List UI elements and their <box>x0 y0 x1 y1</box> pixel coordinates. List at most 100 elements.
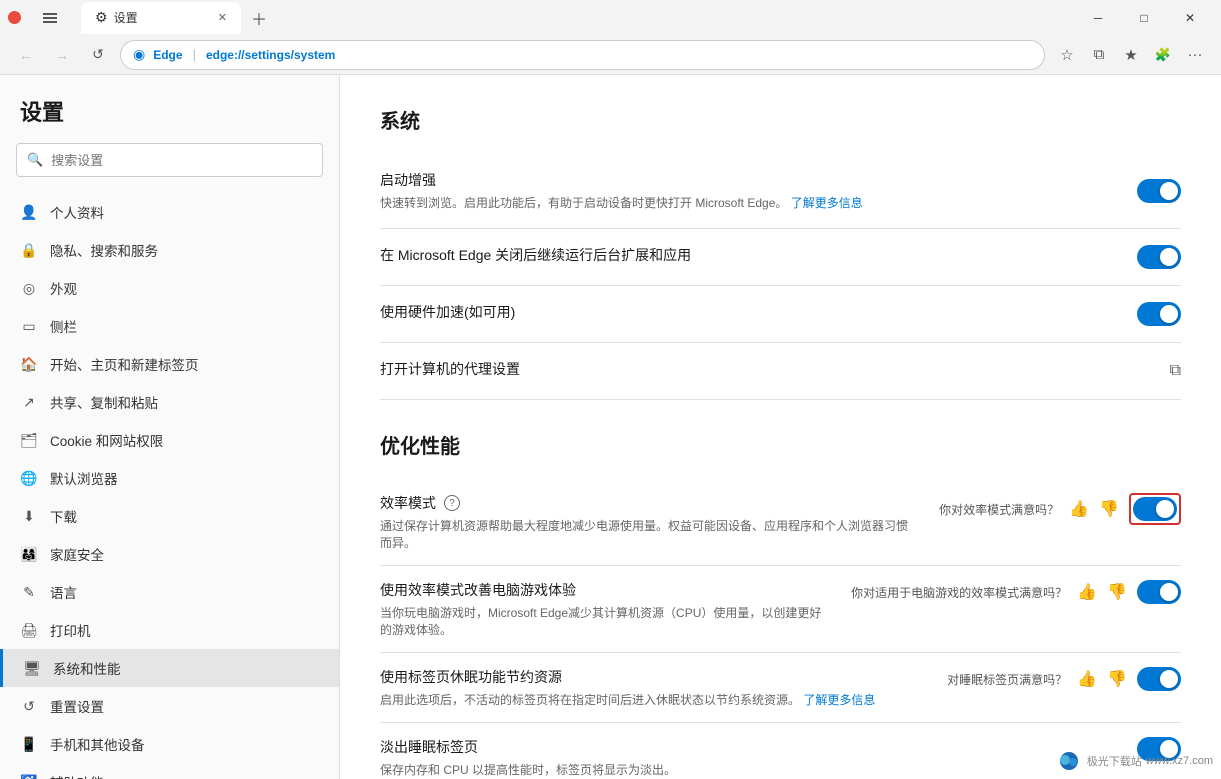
gaming-efficiency-desc: 当你玩电脑游戏时，Microsoft Edge减少其计算机资源（CPU）使用量，… <box>380 604 831 638</box>
menu-btn[interactable]: ··· <box>1181 41 1209 69</box>
address-url: edge://settings/system <box>206 48 335 62</box>
tab-sleep-toggle[interactable] <box>1137 667 1181 691</box>
sidebar-item-reset[interactable]: ↺ 重置设置 <box>0 687 339 725</box>
background-run-title: 在 Microsoft Edge 关闭后继续运行后台扩展和应用 <box>380 245 1121 265</box>
hardware-accel-title: 使用硬件加速(如可用) <box>380 302 1121 322</box>
gaming-efficiency-info: 使用效率模式改善电脑游戏体验 当你玩电脑游戏时，Microsoft Edge减少… <box>380 580 831 638</box>
split-btn[interactable]: ⧉ <box>1085 41 1113 69</box>
sidebar-item-profile[interactable]: 👤 个人资料 <box>0 193 339 231</box>
traffic-light <box>8 11 21 24</box>
privacy-icon: 🔒 <box>20 242 38 259</box>
tab-sleep-thumbs-up-icon[interactable]: 👍 <box>1077 669 1097 689</box>
family-icon: 👨‍👩‍👧 <box>20 546 38 563</box>
background-run-right <box>1121 245 1181 269</box>
startup-boost-toggle[interactable] <box>1137 179 1181 203</box>
tab-sleep-right: 对睡眠标签页满意吗？ 👍 👎 <box>927 667 1181 691</box>
gaming-efficiency-right: 你对适用于电脑游戏的效率模式满意吗？ 👍 👎 <box>831 580 1181 604</box>
startup-boost-right <box>1121 179 1181 203</box>
back-btn[interactable]: ← <box>12 41 40 69</box>
sidebar-item-cookies[interactable]: 🗂 Cookie 和网站权限 <box>0 421 339 459</box>
sidebar-item-browser[interactable]: 🌐 默认浏览器 <box>0 459 339 497</box>
profile-label: 个人资料 <box>50 202 104 222</box>
efficiency-mode-title-row: 效率模式 ? <box>380 493 919 513</box>
sidebar: 设置 🔍 👤 个人资料 🔒 隐私、搜索和服务 ◎ 外观 ▭ 侧栏 🏠 开始、主页… <box>0 75 340 779</box>
sidebar-item-share[interactable]: ↗ 共享、复制和粘贴 <box>0 383 339 421</box>
sidebar-item-language[interactable]: ✎ 语言 <box>0 573 339 611</box>
active-tab[interactable]: ⚙ 设置 ✕ <box>81 2 241 34</box>
address-bar[interactable]: ◉ Edge | edge://settings/system <box>120 40 1045 70</box>
sidebar-item-accessibility[interactable]: ♿ 辅助功能 <box>0 763 339 779</box>
thumbs-up-icon[interactable]: 👍 <box>1069 499 1089 519</box>
navbar: ← → ↺ ◉ Edge | edge://settings/system ☆ … <box>0 35 1221 75</box>
forward-icon: → <box>55 47 69 63</box>
sidebar-item-startup[interactable]: 🏠 开始、主页和新建标签页 <box>0 345 339 383</box>
efficiency-mode-toggle[interactable] <box>1133 497 1177 521</box>
efficiency-mode-title: 效率模式 <box>380 493 436 513</box>
edge-icon: ◉ <box>133 46 145 63</box>
maximize-btn[interactable]: □ <box>1121 0 1167 35</box>
background-run-toggle[interactable] <box>1137 245 1181 269</box>
watermark-logo <box>1055 751 1083 771</box>
sidebar-item-privacy[interactable]: 🔒 隐私、搜索和服务 <box>0 231 339 269</box>
search-box[interactable]: 🔍 <box>16 143 323 177</box>
sidebar-item-appearance[interactable]: ◎ 外观 <box>0 269 339 307</box>
tab-bar: ⚙ 设置 ✕ ＋ <box>81 0 1067 35</box>
sidebar-item-mobile[interactable]: 📱 手机和其他设备 <box>0 725 339 763</box>
window-close-btn[interactable]: ✕ <box>1167 0 1213 35</box>
thumbs-down-icon[interactable]: 👎 <box>1099 499 1119 519</box>
hardware-accel-toggle[interactable] <box>1137 302 1181 326</box>
tab-sleep-thumbs-down-icon[interactable]: 👎 <box>1107 669 1127 689</box>
perf-section-title: 优化性能 <box>380 430 1181 459</box>
startup-boost-item: 启动增强 快速转到浏览。启用此功能后，有助于启动设备时更快打开 Microsof… <box>380 154 1181 229</box>
extensions-btn[interactable]: 🧩 <box>1149 41 1177 69</box>
tab-sleep-item: 使用标签页休眠功能节约资源 启用此选项后，不活动的标签页将在指定时间后进入休眠状… <box>380 653 1181 723</box>
favorites-btn[interactable]: ★ <box>1117 41 1145 69</box>
share-label: 共享、复制和粘贴 <box>50 392 158 412</box>
efficiency-feedback-question: 你对效率模式满意吗？ <box>939 501 1059 518</box>
efficiency-help-icon[interactable]: ? <box>444 495 460 511</box>
search-input[interactable] <box>51 153 312 168</box>
browser-icon: 🌐 <box>20 470 38 487</box>
proxy-item: 打开计算机的代理设置 ⧉ <box>380 343 1181 400</box>
refresh-btn[interactable]: ↺ <box>84 41 112 69</box>
window-controls: ─ □ ✕ <box>1075 0 1213 35</box>
tab-list-btn[interactable] <box>27 0 73 35</box>
sidebar-item-sidebar[interactable]: ▭ 侧栏 <box>0 307 339 345</box>
gaming-efficiency-toggle[interactable] <box>1137 580 1181 604</box>
minimize-btn[interactable]: ─ <box>1075 0 1121 35</box>
tab-sleep-title: 使用标签页休眠功能节约资源 <box>380 667 927 687</box>
gaming-feedback-question: 你对适用于电脑游戏的效率模式满意吗？ <box>851 584 1067 601</box>
download-label: 下载 <box>50 506 77 526</box>
forward-btn[interactable]: → <box>48 41 76 69</box>
sidebar-item-printer[interactable]: 🖨 打印机 <box>0 611 339 649</box>
mobile-icon: 📱 <box>20 736 38 753</box>
gaming-thumbs-down-icon[interactable]: 👎 <box>1107 582 1127 602</box>
sidebar-item-download[interactable]: ⬇ 下载 <box>0 497 339 535</box>
sidebar-item-system[interactable]: 🖥 系统和性能 <box>0 649 339 687</box>
external-link-icon[interactable]: ⧉ <box>1170 362 1181 380</box>
star-btn[interactable]: ☆ <box>1053 41 1081 69</box>
background-run-info: 在 Microsoft Edge 关闭后继续运行后台扩展和应用 <box>380 245 1121 269</box>
language-label: 语言 <box>50 582 77 602</box>
hardware-accel-info: 使用硬件加速(如可用) <box>380 302 1121 326</box>
watermark-url: www.xz7.com <box>1146 755 1213 767</box>
content-area: 系统 启动增强 快速转到浏览。启用此功能后，有助于启动设备时更快打开 Micro… <box>340 75 1221 779</box>
sidebar-item-family[interactable]: 👨‍👩‍👧 家庭安全 <box>0 535 339 573</box>
address-divider: | <box>193 47 196 62</box>
refresh-icon: ↺ <box>92 46 104 63</box>
tab-settings-icon: ⚙ <box>95 9 108 26</box>
startup-boost-desc: 快速转到浏览。启用此功能后，有助于启动设备时更快打开 Microsoft Edg… <box>380 194 1121 212</box>
system-section-title: 系统 <box>380 105 1181 134</box>
proxy-info: 打开计算机的代理设置 <box>380 359 1121 383</box>
startup-boost-link[interactable]: 了解更多信息 <box>791 196 863 210</box>
gaming-thumbs-up-icon[interactable]: 👍 <box>1077 582 1097 602</box>
appearance-label: 外观 <box>50 278 77 298</box>
tab-close-btn[interactable]: ✕ <box>218 11 227 24</box>
download-icon: ⬇ <box>20 508 38 525</box>
efficiency-mode-info: 效率模式 ? 通过保存计算机资源帮助最大程度地减少电源使用量。权益可能因设备、应… <box>380 493 919 551</box>
background-run-item: 在 Microsoft Edge 关闭后继续运行后台扩展和应用 <box>380 229 1181 286</box>
tab-sleep-link[interactable]: 了解更多信息 <box>803 693 875 707</box>
new-tab-btn[interactable]: ＋ <box>241 0 277 36</box>
mobile-label: 手机和其他设备 <box>50 734 145 754</box>
family-label: 家庭安全 <box>50 544 104 564</box>
